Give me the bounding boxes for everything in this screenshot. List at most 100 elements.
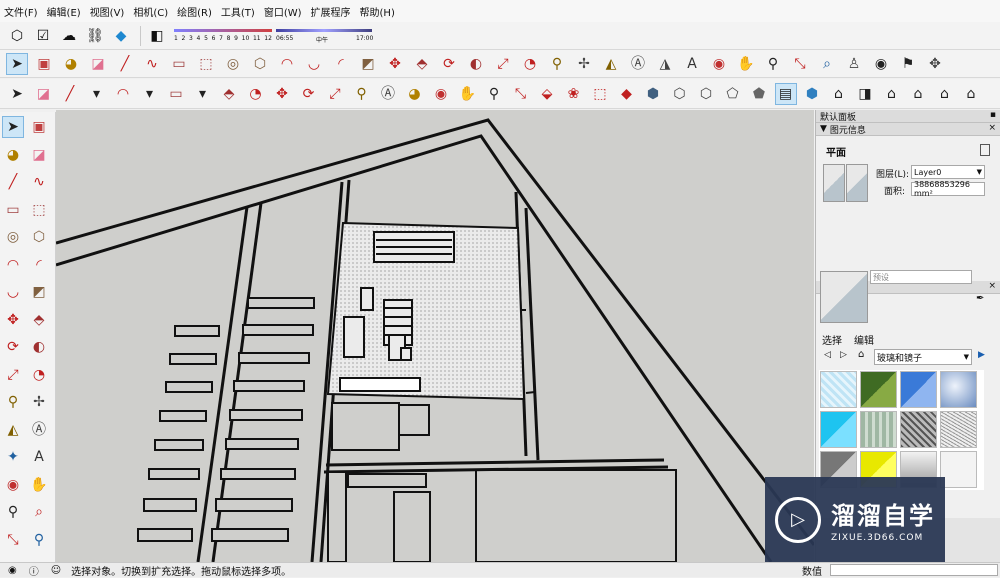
- zoomextents-left-icon[interactable]: ⤡: [2, 529, 24, 551]
- layout-icon[interactable]: ⬚: [589, 83, 611, 105]
- select-tool-icon[interactable]: ➤: [6, 53, 28, 75]
- 3d-text-icon[interactable]: A: [681, 53, 703, 75]
- move-icon-2[interactable]: ✥: [271, 83, 293, 105]
- move-icon[interactable]: ✥: [384, 53, 406, 75]
- freehand-left-icon[interactable]: ∿: [28, 171, 50, 193]
- section-plane-icon[interactable]: ✥: [924, 53, 946, 75]
- cloud-upload-icon[interactable]: ☁: [58, 25, 80, 47]
- shaded-icon[interactable]: ⬟: [748, 83, 770, 105]
- line-tool-icon[interactable]: ╱: [114, 53, 136, 75]
- entity-info-toggle-icon[interactable]: [980, 144, 990, 156]
- polygon-left-icon[interactable]: ⬡: [28, 226, 50, 248]
- pushpull-left-icon[interactable]: ⬘: [28, 309, 50, 331]
- paint-bucket-icon[interactable]: ◕: [60, 53, 82, 75]
- user-icon[interactable]: ☺: [51, 565, 61, 576]
- push-pull-icon[interactable]: ⬘: [411, 53, 433, 75]
- pan-icon[interactable]: ✋: [735, 53, 757, 75]
- material-swatch[interactable]: [820, 371, 857, 408]
- back-view-icon[interactable]: ⌂: [934, 83, 956, 105]
- pencil-icon[interactable]: ╱: [59, 83, 81, 105]
- rotated-rectangle-icon[interactable]: ⬚: [195, 53, 217, 75]
- rectangle-icon[interactable]: ▭: [168, 53, 190, 75]
- walk-icon[interactable]: ⚑: [897, 53, 919, 75]
- orbit-icon-2[interactable]: ◉: [430, 83, 452, 105]
- measurements-box[interactable]: [830, 564, 998, 576]
- paint-left-icon[interactable]: ◕: [2, 144, 24, 166]
- left-view-icon[interactable]: ⌂: [960, 83, 982, 105]
- forward-arrow-icon[interactable]: ▷: [840, 350, 847, 360]
- menu-item[interactable]: 帮助(H): [360, 4, 395, 19]
- zoom-left-icon[interactable]: ⚲: [2, 501, 24, 523]
- dropdown-icon[interactable]: ▾: [86, 83, 108, 105]
- home-icon[interactable]: ⌂: [858, 349, 864, 360]
- dimension-icon[interactable]: ✢: [573, 53, 595, 75]
- component-left-icon[interactable]: ▣: [28, 116, 50, 138]
- menu-item[interactable]: 窗口(W): [264, 4, 302, 19]
- protractor-icon[interactable]: ◭: [600, 53, 622, 75]
- eyedropper-icon[interactable]: ✒: [976, 293, 984, 304]
- zoomprev-left-icon[interactable]: ⚲: [28, 529, 50, 551]
- select-tool-left-icon[interactable]: ➤: [2, 116, 24, 138]
- rotate-left-icon[interactable]: ⟳: [2, 336, 24, 358]
- back-edges-icon[interactable]: ⬡: [669, 83, 691, 105]
- tab-select[interactable]: 选择: [822, 332, 842, 347]
- three-point-arc-icon[interactable]: ◜: [330, 53, 352, 75]
- pie-icon[interactable]: ◩: [357, 53, 379, 75]
- material-swatch[interactable]: [900, 371, 937, 408]
- details-arrow-icon[interactable]: ▶: [978, 350, 985, 360]
- material-swatch[interactable]: [940, 411, 977, 448]
- info-icon[interactable]: ⓘ: [29, 563, 39, 578]
- shadows-icon[interactable]: ◧: [146, 25, 168, 47]
- material-name-field[interactable]: 预设: [870, 270, 972, 284]
- iso-view-icon[interactable]: ⌂: [828, 83, 850, 105]
- top-view-icon[interactable]: ◨: [854, 83, 876, 105]
- text-icon[interactable]: Ⓐ: [627, 53, 649, 75]
- eraser-icon[interactable]: ◪: [87, 53, 109, 75]
- front-view-icon[interactable]: ⌂: [881, 83, 903, 105]
- shadow-time-slider[interactable]: 06:55 中午 17:00: [276, 27, 373, 45]
- arc-icon[interactable]: ◠: [276, 53, 298, 75]
- zoom-extents-icon[interactable]: ⤡: [789, 53, 811, 75]
- make-component-icon[interactable]: ▣: [33, 53, 55, 75]
- scale-left-icon[interactable]: ⤢: [2, 364, 24, 386]
- line-left-icon[interactable]: ╱: [2, 171, 24, 193]
- zoom-extents-icon-2[interactable]: ⤡: [510, 83, 532, 105]
- zoom-icon[interactable]: ⚲: [762, 53, 784, 75]
- close-icon[interactable]: ×: [988, 123, 996, 133]
- materials-close-icon[interactable]: ×: [988, 281, 996, 291]
- look-around-icon[interactable]: ◉: [870, 53, 892, 75]
- material-swatch[interactable]: [860, 411, 897, 448]
- two-point-arc-icon[interactable]: ◡: [303, 53, 325, 75]
- shaded-textures-icon[interactable]: ▤: [774, 83, 797, 105]
- tape-measure-icon-2[interactable]: ⚲: [351, 83, 373, 105]
- menu-item[interactable]: 文件(F): [4, 4, 38, 19]
- material-swatch[interactable]: [860, 371, 897, 408]
- rotate-icon-2[interactable]: ⟳: [298, 83, 320, 105]
- axes-left-icon[interactable]: ✦: [2, 446, 24, 468]
- tab-edit[interactable]: 编辑: [854, 332, 874, 347]
- entity-info-header[interactable]: ▼ 图元信息 ×: [816, 123, 1000, 136]
- scale-icon-2[interactable]: ⤢: [324, 83, 346, 105]
- menu-item[interactable]: 扩展程序: [311, 4, 351, 19]
- material-library-select[interactable]: 玻璃和镜子 ▼: [874, 349, 972, 365]
- paint-icon-2[interactable]: ◕: [404, 83, 426, 105]
- rectangle-left-icon[interactable]: ▭: [2, 199, 24, 221]
- component-icon[interactable]: ⬡: [6, 25, 28, 47]
- zoom-icon-2[interactable]: ⚲: [483, 83, 505, 105]
- share-icon[interactable]: ⛓: [84, 25, 106, 47]
- extension-icon[interactable]: ❀: [563, 83, 585, 105]
- material-swatch[interactable]: [820, 411, 857, 448]
- polygon-icon[interactable]: ⬡: [249, 53, 271, 75]
- arc-icon-2[interactable]: ◠: [112, 83, 134, 105]
- front-material-swatch[interactable]: [823, 164, 845, 202]
- arc-left-icon[interactable]: ◠: [2, 254, 24, 276]
- wireframe-icon[interactable]: ⬡: [695, 83, 717, 105]
- ruby-icon[interactable]: ◆: [616, 83, 638, 105]
- pan-left-icon[interactable]: ✋: [28, 474, 50, 496]
- rotate-icon[interactable]: ⟳: [438, 53, 460, 75]
- arc3-left-icon[interactable]: ◜: [28, 254, 50, 276]
- scale-icon[interactable]: ⤢: [492, 53, 514, 75]
- offset-icon[interactable]: ◔: [519, 53, 541, 75]
- push-pull-icon-2[interactable]: ⬘: [218, 83, 240, 105]
- shape-icon[interactable]: ▭: [165, 83, 187, 105]
